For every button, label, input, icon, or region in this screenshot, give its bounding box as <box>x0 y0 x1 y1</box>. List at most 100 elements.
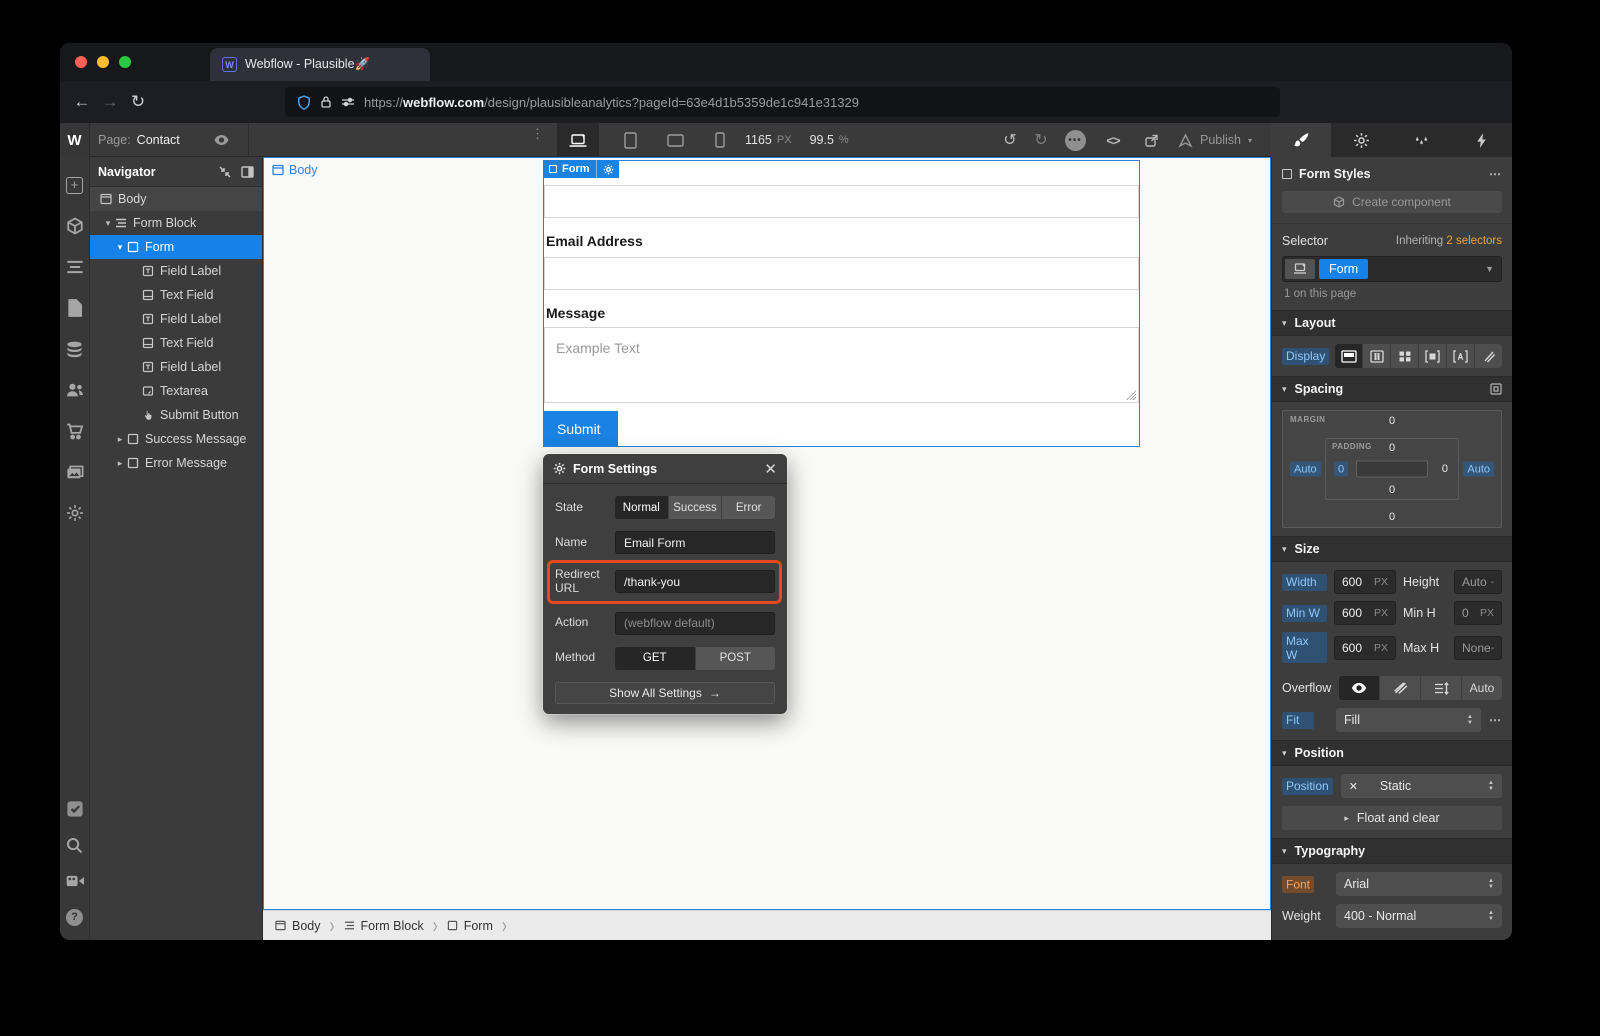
dialog-header[interactable]: Form Settings ✕ <box>543 454 787 484</box>
position-label[interactable]: Position <box>1282 778 1333 795</box>
create-component-button[interactable]: Create component <box>1282 191 1502 213</box>
min-height-input[interactable]: 0PX <box>1454 601 1502 625</box>
max-height-input[interactable]: None- <box>1454 636 1502 660</box>
min-width-input[interactable]: 600PX <box>1334 601 1396 625</box>
minimize-window-button[interactable] <box>97 56 109 68</box>
close-window-button[interactable] <box>75 56 87 68</box>
url-bar[interactable]: https://webflow.com/design/plausibleanal… <box>285 87 1280 117</box>
breadcrumb-body[interactable]: Body <box>275 919 321 933</box>
section-typography[interactable]: ▾ Typography <box>1272 838 1512 864</box>
tab-actions[interactable] <box>1452 123 1512 157</box>
share-icon[interactable] <box>1136 123 1166 157</box>
search-icon[interactable] <box>64 834 86 856</box>
display-none-icon[interactable] <box>1475 344 1502 368</box>
section-layout[interactable]: ▾ Layout <box>1272 310 1512 336</box>
navigator-item-body[interactable]: Body <box>90 187 262 211</box>
more-options-icon[interactable]: ••• <box>1060 123 1090 157</box>
spacing-settings-icon[interactable] <box>1490 383 1502 395</box>
selector-class-chip[interactable]: Form <box>1319 259 1368 279</box>
fit-select[interactable]: Fill ▲▼ <box>1336 708 1481 732</box>
tab-style[interactable] <box>1271 123 1331 157</box>
preview-toggle-icon[interactable] <box>210 130 232 150</box>
display-label[interactable]: Display <box>1282 348 1329 365</box>
navigator-item-success-message[interactable]: ▸ Success Message <box>90 427 262 451</box>
url-text[interactable]: https://webflow.com/design/plausibleanal… <box>364 95 859 110</box>
padding-right-value[interactable]: 0 <box>1442 463 1448 475</box>
form-settings-gear-icon[interactable] <box>603 164 614 175</box>
form-element-badge[interactable]: Form <box>543 160 619 178</box>
body-element-tag[interactable]: Body <box>272 163 318 177</box>
users-icon[interactable] <box>64 379 86 401</box>
method-get-button[interactable]: GET <box>615 647 695 670</box>
breakpoint-indicator-icon[interactable] <box>1285 259 1315 279</box>
selected-form-element[interactable]: Form Email Address Message Example Text … <box>543 160 1140 447</box>
float-and-clear-toggle[interactable]: ▸ Float and clear <box>1282 806 1502 830</box>
email-text-field[interactable] <box>544 257 1139 290</box>
name-text-field[interactable] <box>544 185 1139 218</box>
overflow-hidden-icon[interactable] <box>1380 676 1420 700</box>
navigator-item-form[interactable]: ▾ Form <box>90 235 262 259</box>
margin-top-value[interactable]: 0 <box>1389 415 1395 427</box>
padding-left-value[interactable]: 0 <box>1334 462 1348 477</box>
help-icon[interactable]: ? <box>64 906 86 928</box>
padding-top-value[interactable]: 0 <box>1389 442 1395 454</box>
navigator-item-error-message[interactable]: ▸ Error Message <box>90 451 262 475</box>
resize-handle[interactable] <box>1126 390 1136 400</box>
project-settings-icon[interactable] <box>64 502 86 524</box>
weight-select[interactable]: 400 - Normal ▲▼ <box>1336 904 1502 928</box>
display-flex-icon[interactable] <box>1363 344 1390 368</box>
margin-bottom-value[interactable]: 0 <box>1389 511 1395 523</box>
state-error-button[interactable]: Error <box>722 496 775 519</box>
fit-more-icon[interactable]: ⋯ <box>1489 713 1502 727</box>
font-label[interactable]: Font <box>1282 876 1314 893</box>
navigator-item-field-label[interactable]: Field Label <box>90 259 262 283</box>
forward-button[interactable]: → <box>96 88 124 116</box>
breakpoint-desktop-button[interactable] <box>557 123 599 157</box>
dock-panel-icon[interactable] <box>241 166 254 178</box>
breakpoint-phone-button[interactable] <box>699 123 741 157</box>
width-input[interactable]: 600PX <box>1334 570 1396 594</box>
breakpoint-tablet-button[interactable] <box>609 123 651 157</box>
state-success-button[interactable]: Success <box>669 496 722 519</box>
fit-label[interactable]: Fit <box>1282 712 1314 729</box>
ecommerce-icon[interactable] <box>64 420 86 442</box>
display-inline-block-icon[interactable] <box>1419 344 1446 368</box>
navigator-icon[interactable] <box>64 256 86 278</box>
section-size[interactable]: ▾ Size <box>1272 536 1512 562</box>
chevron-down-icon[interactable]: ▾ <box>114 242 126 253</box>
permissions-icon[interactable] <box>341 96 355 108</box>
navigator-item-textarea[interactable]: Textarea <box>90 379 262 403</box>
selector-field[interactable]: Form ▼ <box>1282 256 1502 282</box>
chevron-right-icon[interactable]: ▸ <box>114 458 126 469</box>
display-inline-icon[interactable] <box>1447 344 1474 368</box>
close-icon[interactable]: ✕ <box>764 460 777 478</box>
pages-icon[interactable] <box>64 297 86 319</box>
padding-bottom-value[interactable]: 0 <box>1389 484 1395 496</box>
chevron-down-icon[interactable]: ▾ <box>102 218 114 229</box>
overflow-visible-eye-icon[interactable] <box>1339 676 1379 700</box>
display-grid-icon[interactable] <box>1391 344 1418 368</box>
webflow-logo[interactable]: W <box>60 123 90 157</box>
cms-icon[interactable] <box>64 338 86 360</box>
undo-icon[interactable]: ↺ <box>995 123 1025 157</box>
navigator-item-field-label[interactable]: Field Label <box>90 355 262 379</box>
message-textarea[interactable]: Example Text <box>544 327 1139 403</box>
tab-settings[interactable] <box>1331 123 1391 157</box>
breadcrumb-form[interactable]: Form <box>447 919 493 933</box>
max-width-input[interactable]: 600PX <box>1334 636 1396 660</box>
navigator-item-field-label[interactable]: Field Label <box>90 307 262 331</box>
show-all-settings-button[interactable]: Show All Settings → <box>555 682 775 704</box>
section-spacing[interactable]: ▾ Spacing <box>1272 376 1512 402</box>
maximize-window-button[interactable] <box>119 56 131 68</box>
audit-icon[interactable] <box>64 798 86 820</box>
collapse-panel-icon[interactable] <box>219 166 231 178</box>
add-elements-icon[interactable]: + <box>64 174 86 196</box>
navigator-item-text-field[interactable]: Text Field <box>90 283 262 307</box>
navigator-item-submit-button[interactable]: Submit Button <box>90 403 262 427</box>
margin-right-value[interactable]: Auto <box>1463 462 1494 477</box>
chevron-down-icon[interactable]: ▼ <box>1485 264 1499 274</box>
margin-left-value[interactable]: Auto <box>1290 462 1321 477</box>
redo-icon[interactable]: ↻ <box>1026 123 1056 157</box>
page-selector[interactable]: Page: Contact <box>98 123 180 157</box>
assets-icon[interactable] <box>64 461 86 483</box>
